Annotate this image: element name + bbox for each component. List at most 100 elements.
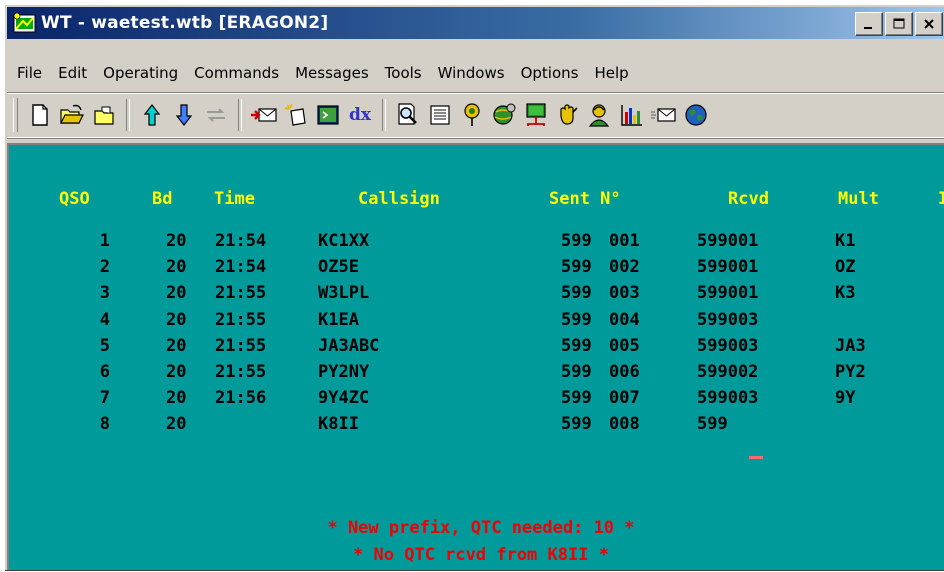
open-folder-icon: [60, 104, 84, 124]
maximize-button[interactable]: [885, 12, 913, 36]
sent-number-cell: 007: [609, 388, 640, 409]
sent-rst-cell: 599: [561, 362, 592, 382]
rcvd-exchange-cell: 599002: [697, 362, 759, 382]
folder-icon: [94, 106, 114, 125]
callsign-cell: KC1XX: [318, 231, 370, 251]
rcvd-exchange-cell: 599003: [697, 309, 759, 330]
toolbar-separator: [238, 99, 242, 131]
qtc-button[interactable]: [650, 100, 678, 130]
sent-rst-cell: 599: [561, 414, 592, 435]
world-map-button[interactable]: [682, 100, 710, 130]
maximize-icon: [893, 18, 905, 29]
sent-rst-cell: 599: [561, 335, 592, 356]
qso-row[interactable]: 6 20 21:55 PY2NY 599 006 599002 PY2: [9, 362, 944, 386]
toolbar-grip[interactable]: [13, 98, 18, 132]
header-qso: QSO: [59, 189, 90, 209]
band-cell: 20: [166, 257, 187, 278]
header-band: Bd: [152, 189, 173, 209]
multiplier-cell: K3: [835, 283, 856, 304]
sent-number-cell: 004: [609, 309, 640, 330]
qso-row[interactable]: 5 20 21:55 JA3ABC 599 005 599003 JA3: [9, 336, 944, 360]
list-button[interactable]: [426, 100, 454, 130]
app-icon: [13, 12, 36, 33]
new-file-icon: [32, 104, 48, 126]
send-message-button[interactable]: [250, 100, 278, 130]
open-file-button[interactable]: [58, 100, 86, 130]
sent-rst-cell: 599: [561, 257, 592, 278]
terminal-button[interactable]: [314, 100, 342, 130]
toolbar: dx: [7, 92, 944, 138]
new-file-button[interactable]: [26, 100, 54, 130]
menu-edit[interactable]: Edit: [50, 64, 95, 82]
menu-options[interactable]: Options: [513, 64, 587, 82]
close-file-button[interactable]: [90, 100, 118, 130]
time-cell: 21:55: [215, 283, 267, 304]
close-button[interactable]: [915, 12, 943, 36]
sent-number-cell: 005: [609, 335, 640, 356]
dx-icon: dx: [348, 105, 372, 125]
sparkle-page-icon: [284, 103, 306, 126]
qso-row[interactable]: 7 20 21:56 9Y4ZC 599 007 599003 9Y: [9, 388, 944, 412]
multiplier-cell: OZ: [835, 257, 856, 278]
header-callsign: Callsign: [358, 189, 440, 209]
qso-number-cell: 1: [99, 231, 110, 251]
hand-icon: [560, 104, 578, 125]
network-button[interactable]: [522, 100, 550, 130]
prefix-button[interactable]: [458, 100, 486, 130]
header-sent-nr: Sent N°: [549, 189, 621, 209]
network-monitor-icon: [526, 103, 546, 126]
hand-button[interactable]: [554, 100, 582, 130]
qso-number-cell: 2: [99, 257, 110, 278]
app-window: WT - waetest.wtb [ERAGON2] File Edit Ope…: [4, 4, 944, 571]
dx-cluster-button[interactable]: dx: [346, 100, 374, 130]
callsign-cell: JA3ABC: [318, 335, 380, 356]
menu-windows[interactable]: Windows: [430, 64, 513, 82]
qso-row[interactable]: 3 20 21:55 W3LPL 599 003 599001 K3: [9, 283, 944, 307]
statistics-button[interactable]: [618, 100, 646, 130]
sent-number-cell: 008: [609, 414, 640, 435]
menu-file[interactable]: File: [7, 64, 50, 82]
sent-number-cell: 002: [609, 257, 640, 278]
list-icon: [430, 105, 450, 125]
qso-log-pane[interactable]: QSO Bd Time Callsign Sent N° Rcvd Mult I…: [7, 143, 944, 570]
scroll-down-button[interactable]: [170, 100, 198, 130]
arrow-up-icon: [143, 104, 161, 126]
menu-operating[interactable]: Operating: [95, 64, 186, 82]
callsign-cell: K8II: [318, 414, 359, 435]
operator-button[interactable]: [586, 100, 614, 130]
rcvd-exchange-cell: 599003: [697, 388, 759, 409]
qso-row[interactable]: 2 20 21:54 OZ5E 599 002 599001 OZ: [9, 257, 944, 281]
window-title: WT - waetest.wtb [ERAGON2]: [41, 13, 329, 33]
sent-number-cell: 003: [609, 283, 640, 304]
menu-commands[interactable]: Commands: [186, 64, 287, 82]
search-button[interactable]: [394, 100, 422, 130]
bar-chart-icon: [621, 105, 642, 126]
globe-tools-button[interactable]: [490, 100, 518, 130]
status-message-new-prefix: * New prefix, QTC needed: 10 *: [327, 518, 635, 538]
title-bar[interactable]: WT - waetest.wtb [ERAGON2]: [7, 7, 944, 39]
envelope-icon: [651, 108, 676, 122]
new-message-button[interactable]: [282, 100, 310, 130]
swap-button[interactable]: [202, 100, 230, 130]
menu-messages[interactable]: Messages: [287, 64, 377, 82]
header-rcvd: Rcvd: [728, 189, 769, 209]
globe-icon: [685, 104, 707, 126]
minimize-button[interactable]: [855, 12, 883, 36]
menu-help[interactable]: Help: [586, 64, 636, 82]
sent-number-cell: 001: [609, 231, 640, 251]
time-cell: 21:55: [215, 309, 267, 330]
status-message-no-qtc: * No QTC rcvd from K8II *: [353, 545, 609, 565]
sent-rst-cell: 599: [561, 309, 592, 330]
time-cell: 21:56: [215, 388, 267, 409]
menu-bar: File Edit Operating Commands Messages To…: [7, 59, 637, 87]
menu-tools[interactable]: Tools: [377, 64, 430, 82]
arrow-down-icon: [175, 104, 193, 126]
callsign-cell: PY2NY: [318, 362, 370, 382]
qso-row[interactable]: 4 20 21:55 K1EA 599 004 599003: [9, 310, 944, 334]
user-icon: [588, 104, 610, 127]
scroll-up-button[interactable]: [138, 100, 166, 130]
qso-row[interactable]: 1 20 21:54 KC1XX 599 001 599001 K1: [9, 231, 944, 255]
header-mult: Mult: [838, 189, 879, 209]
qso-row[interactable]: 8 20 K8II 599 008 599: [9, 414, 944, 438]
qso-number-cell: 5: [99, 335, 110, 356]
